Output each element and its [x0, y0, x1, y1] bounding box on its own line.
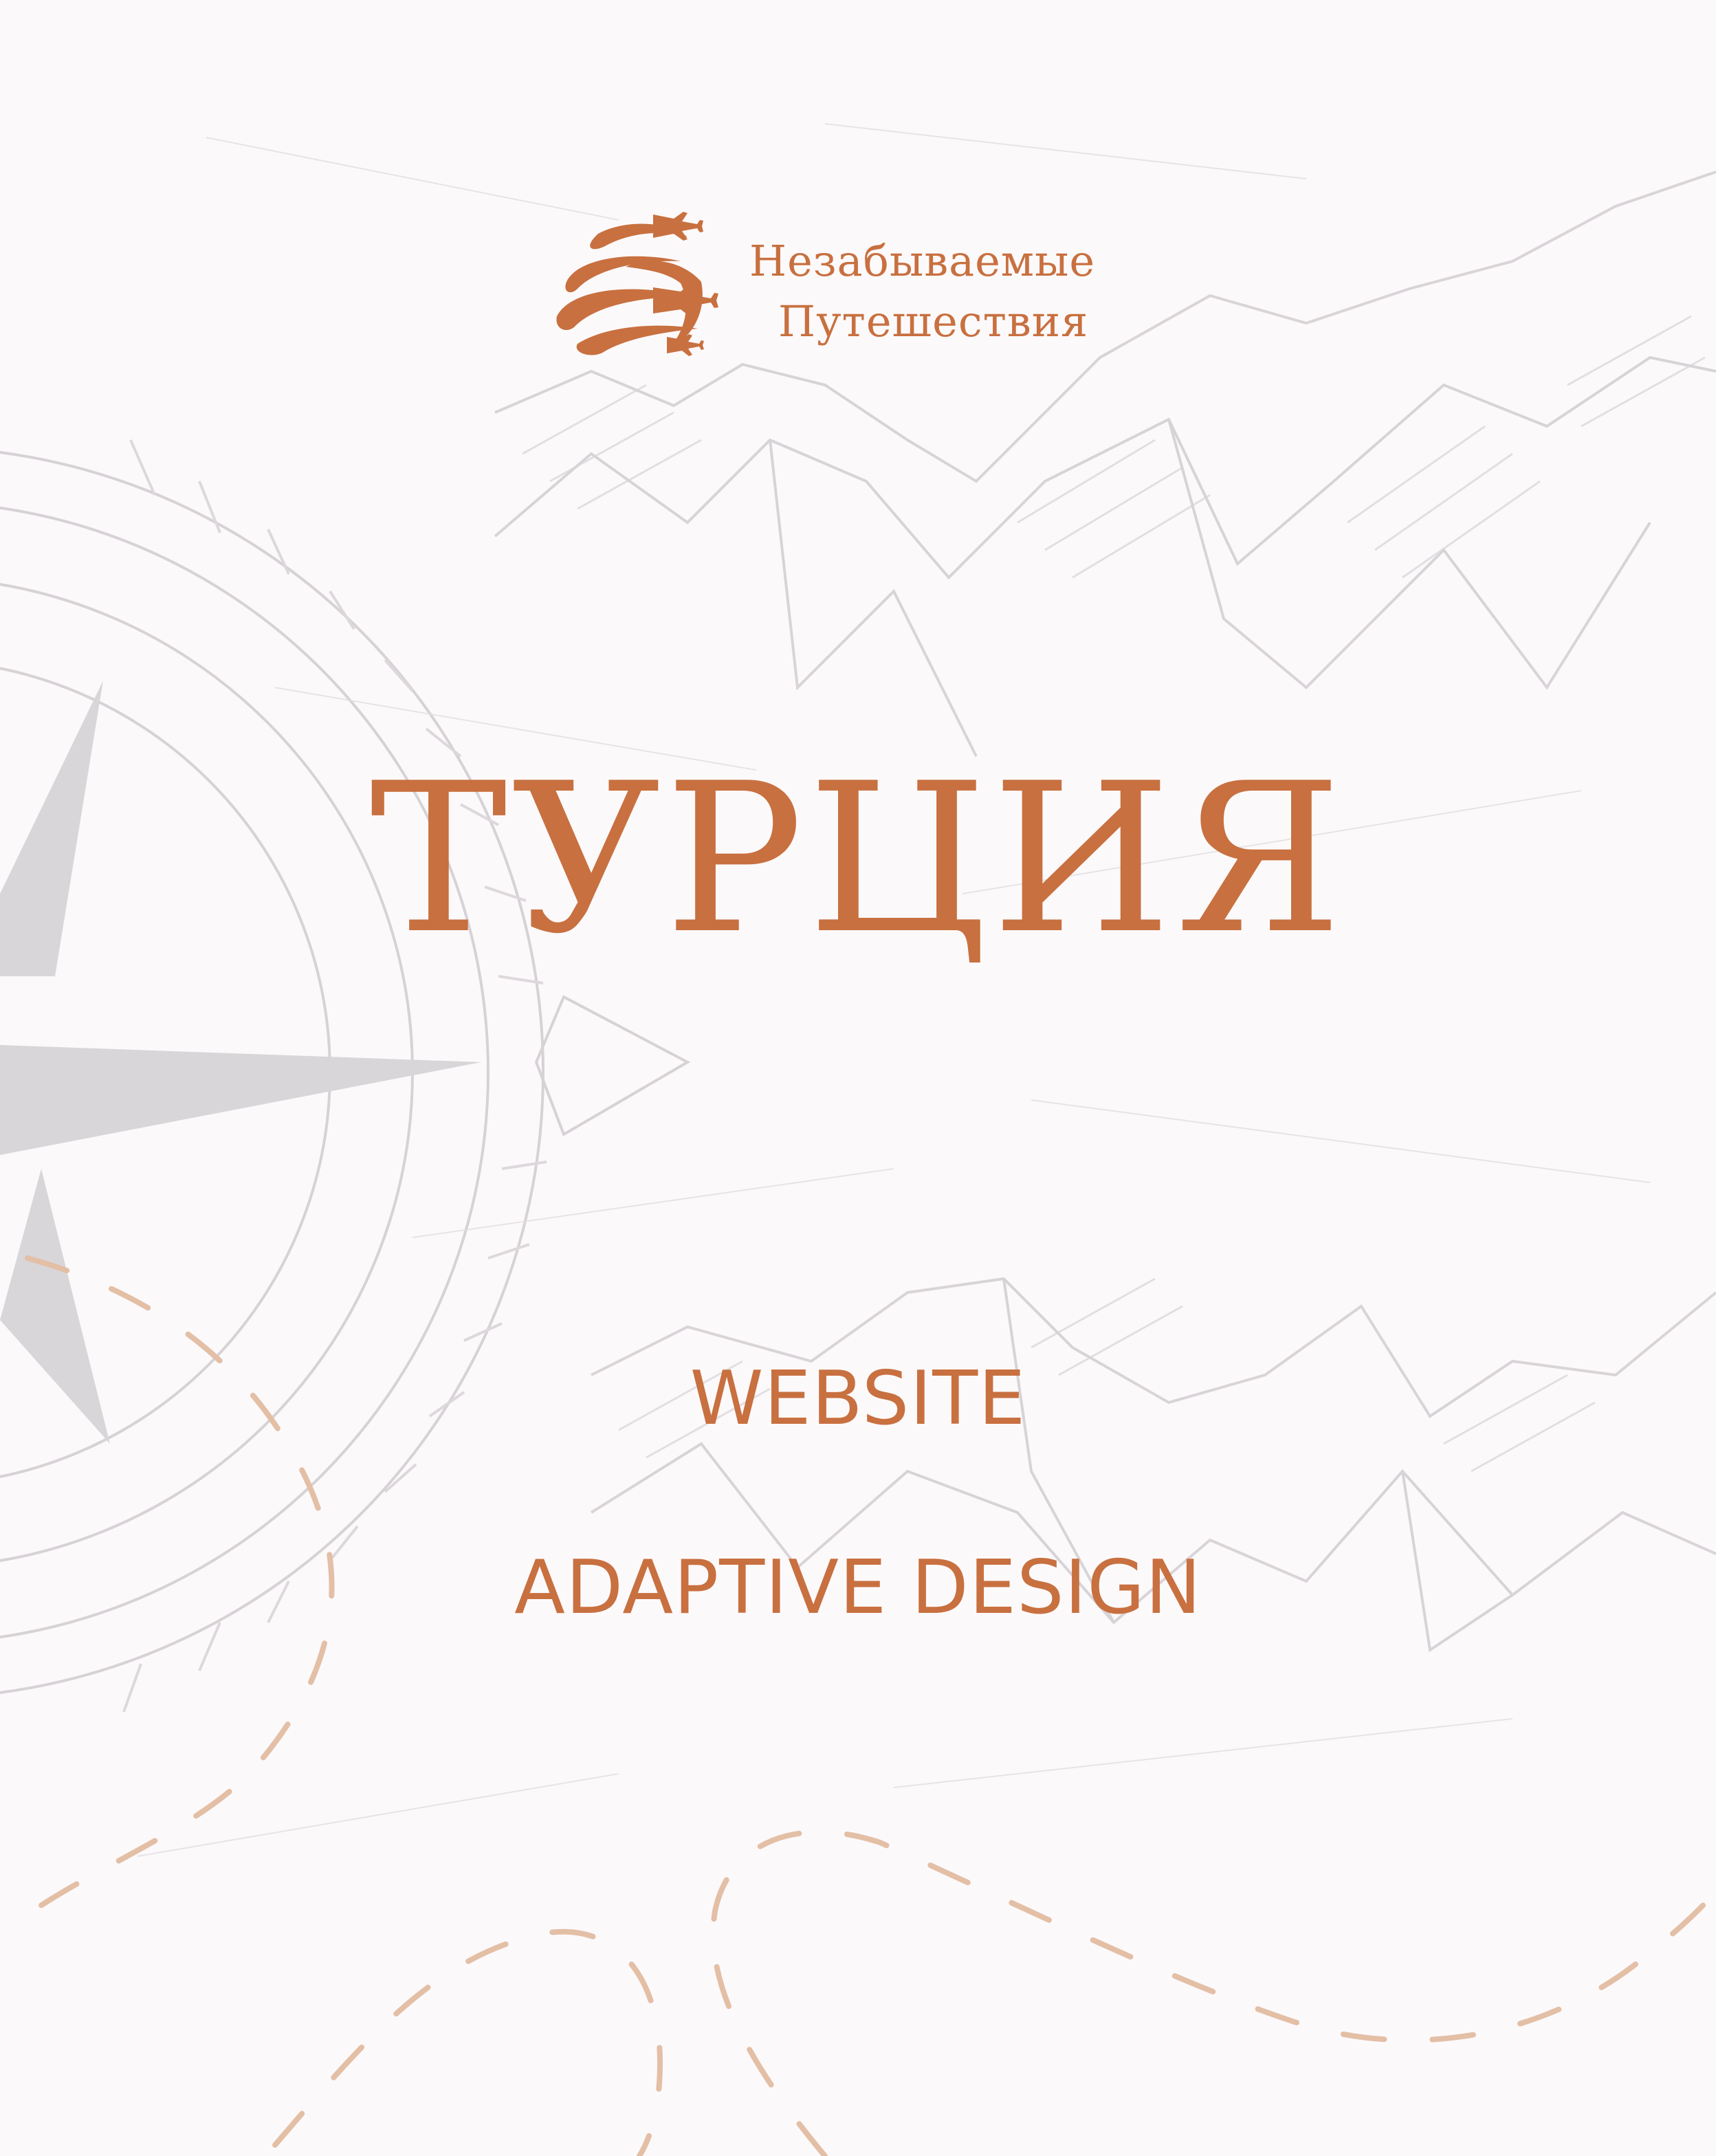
globe-with-airplanes-icon [556, 212, 718, 356]
brand-logo: Незабываемые Путешествия [550, 206, 1169, 358]
brand-name: Незабываемые Путешествия [749, 231, 1162, 352]
subtitle-adaptive-design: ADAPTIVE DESIGN [514, 1545, 1202, 1631]
page-title: ТУРЦИЯ [369, 739, 1347, 979]
cover-page: Незабываемые Путешествия ТУРЦИЯ WEBSITE … [0, 0, 1716, 2156]
subtitle-website: WEBSITE [690, 1356, 1026, 1442]
brand-name-line-1: Незабываемые [749, 236, 1096, 286]
brand-name-line-2: Путешествия [778, 296, 1089, 346]
